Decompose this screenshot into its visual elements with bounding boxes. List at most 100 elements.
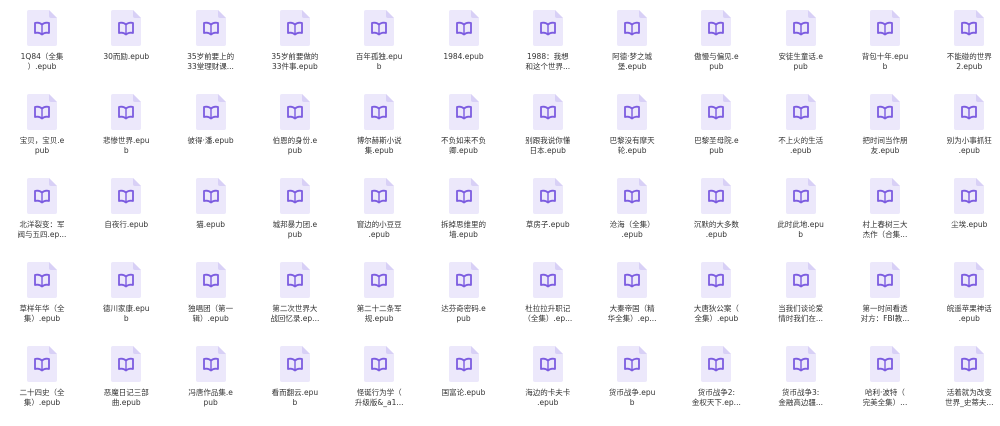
- file-name-label: 阿德·梦之城 堡.epub: [612, 52, 653, 71]
- file-item[interactable]: 沉默的大多数 .epub: [674, 178, 758, 258]
- epub-book-icon: [279, 262, 310, 298]
- file-item[interactable]: 巴黎圣母院.e pub: [674, 94, 758, 174]
- epub-book-icon: [532, 10, 563, 46]
- file-item[interactable]: 村上春树三大 杰作（合集...: [843, 178, 927, 258]
- file-item[interactable]: 35岁前要上的 33堂理财课...: [169, 10, 253, 90]
- file-item[interactable]: 不上火的生活 .epub: [759, 94, 843, 174]
- file-name-label: 达芬奇密码.e pub: [441, 304, 486, 323]
- file-item[interactable]: 背包十年.epu b: [843, 10, 927, 90]
- file-item[interactable]: 别跟我说你懂 日本.epub: [506, 94, 590, 174]
- file-name-label: 别跟我说你懂 日本.epub: [525, 136, 571, 155]
- epub-book-icon: [448, 94, 479, 130]
- epub-book-icon: [954, 346, 985, 382]
- file-item[interactable]: 货币战争2: 金权天下.ep...: [674, 346, 758, 426]
- file-item[interactable]: 国富论.epub: [422, 346, 506, 426]
- file-item[interactable]: 把时间当作朋 友.epub: [843, 94, 927, 174]
- epub-book-icon: [617, 178, 648, 214]
- file-item[interactable]: 1Q84（全集 ）.epub: [0, 10, 84, 90]
- file-name-label: 安徒生童话.e pub: [778, 52, 823, 71]
- file-item[interactable]: 怪诞行为学（ 升级版&_a1...: [337, 346, 421, 426]
- file-item[interactable]: 猫.epub: [169, 178, 253, 258]
- file-item[interactable]: 草样年华（全 集）.epub: [0, 262, 84, 342]
- file-name-label: 悲惨世界.epu b: [103, 136, 150, 155]
- file-item[interactable]: 北洋裂变：军 阀与五四.ep...: [0, 178, 84, 258]
- epub-book-icon: [785, 10, 816, 46]
- file-item[interactable]: 达芬奇密码.e pub: [422, 262, 506, 342]
- file-item[interactable]: 35岁前要做的 33件事.epub: [253, 10, 337, 90]
- file-item[interactable]: 大唐狄公案（ 全集）.epub: [674, 262, 758, 342]
- file-item[interactable]: 第二十二条军 规.epub: [337, 262, 421, 342]
- file-item[interactable]: 第一时间看透 对方：FBI教...: [843, 262, 927, 342]
- file-item[interactable]: 此时此地.epu b: [759, 178, 843, 258]
- file-name-label: 货币战争2: 金权天下.ep...: [691, 388, 741, 407]
- epub-book-icon: [954, 94, 985, 130]
- file-item[interactable]: 悲惨世界.epu b: [84, 94, 168, 174]
- file-item[interactable]: 当我们谈论爱 情时我们在...: [759, 262, 843, 342]
- file-item[interactable]: 独唱团（第一 辑）.epub: [169, 262, 253, 342]
- epub-book-icon: [27, 94, 57, 130]
- file-item[interactable]: 活着就为改变 世界_史蒂夫...: [927, 346, 1000, 426]
- epub-book-icon: [617, 346, 648, 382]
- file-item[interactable]: 杜拉拉升职记 （全集）.ep...: [506, 262, 590, 342]
- file-item[interactable]: 别为小事抓狂 .epub: [927, 94, 1000, 174]
- file-item[interactable]: 第二次世界大 战回忆录.ep...: [253, 262, 337, 342]
- file-name-label: 货币战争3: 金融高边疆...: [778, 388, 824, 407]
- epub-book-icon: [195, 346, 226, 382]
- file-item[interactable]: 货币战争3: 金融高边疆...: [759, 346, 843, 426]
- epub-book-icon: [364, 94, 395, 130]
- file-item[interactable]: 城邦暴力团.e pub: [253, 178, 337, 258]
- epub-book-icon: [195, 94, 226, 130]
- file-item[interactable]: 傲慢与偏见.e pub: [674, 10, 758, 90]
- epub-book-icon: [111, 94, 142, 130]
- file-item[interactable]: 恶魔日记三部 曲.epub: [84, 346, 168, 426]
- file-item[interactable]: 窗边的小豆豆 .epub: [337, 178, 421, 258]
- file-name-label: 伯恩的身份.e pub: [272, 136, 318, 155]
- file-name-label: 把时间当作朋 友.epub: [862, 136, 908, 155]
- epub-book-icon: [448, 10, 479, 46]
- file-item[interactable]: 宝贝，宝贝.e pub: [0, 94, 84, 174]
- file-item[interactable]: 30而励.epub: [84, 10, 168, 90]
- epub-book-icon: [195, 10, 226, 46]
- epub-book-icon: [448, 262, 479, 298]
- epub-book-icon: [364, 346, 395, 382]
- epub-book-icon: [701, 346, 732, 382]
- file-item[interactable]: 哈利·波特（ 完美全集）...: [843, 346, 927, 426]
- file-item[interactable]: 看而翻云.epu b: [253, 346, 337, 426]
- file-item[interactable]: 冯唐作品集.e pub: [169, 346, 253, 426]
- file-item[interactable]: 拆掉思维里的 墙.epub: [422, 178, 506, 258]
- file-item[interactable]: 自夜行.epub: [84, 178, 168, 258]
- epub-book-icon: [279, 178, 310, 214]
- file-name-label: 此时此地.epu b: [777, 220, 824, 239]
- file-item[interactable]: 尘埃.epub: [927, 178, 1000, 258]
- file-item[interactable]: 不能碰的世界 2.epub: [927, 10, 1000, 90]
- file-item[interactable]: 1984.epub: [422, 10, 506, 90]
- file-name-label: 独唱团（第一 辑）.epub: [188, 304, 234, 323]
- epub-book-icon: [111, 178, 142, 214]
- file-item[interactable]: 巴黎没有摩天 轮.epub: [590, 94, 674, 174]
- file-item[interactable]: 货币战争.epu b: [590, 346, 674, 426]
- file-item[interactable]: 百年孤独.epu b: [337, 10, 421, 90]
- file-item[interactable]: 阿德·梦之城 堡.epub: [590, 10, 674, 90]
- file-item[interactable]: 大秦帝国（精 华全集）.ep...: [590, 262, 674, 342]
- file-item[interactable]: 沧海（全集） .epub: [590, 178, 674, 258]
- epub-book-icon: [532, 262, 563, 298]
- file-item[interactable]: 彼得·潘.epub: [169, 94, 253, 174]
- file-name-label: 巴黎圣母院.e pub: [694, 136, 739, 155]
- file-item[interactable]: 二十四史（全 集）.epub: [0, 346, 84, 426]
- file-name-label: 皖遥苹果神话 .epub: [946, 304, 992, 323]
- file-item[interactable]: 博尔赫斯小说 集.epub: [337, 94, 421, 174]
- file-item[interactable]: 1988：我想 和这个世界...: [506, 10, 590, 90]
- file-item[interactable]: 皖遥苹果神话 .epub: [927, 262, 1000, 342]
- file-item[interactable]: 伯恩的身份.e pub: [253, 94, 337, 174]
- epub-book-icon: [27, 346, 57, 382]
- epub-book-icon: [870, 94, 900, 130]
- file-name-label: 当我们谈论爱 情时我们在...: [778, 304, 824, 323]
- file-item[interactable]: 海边的卡夫卡 .epub: [506, 346, 590, 426]
- epub-book-icon: [364, 262, 395, 298]
- file-item[interactable]: 德川家康.epu b: [84, 262, 168, 342]
- file-name-label: 草样年华（全 集）.epub: [19, 304, 65, 323]
- file-item[interactable]: 不负如来不负 卿.epub: [422, 94, 506, 174]
- file-item[interactable]: 草房子.epub: [506, 178, 590, 258]
- file-item[interactable]: 安徒生童话.e pub: [759, 10, 843, 90]
- epub-book-icon: [701, 262, 732, 298]
